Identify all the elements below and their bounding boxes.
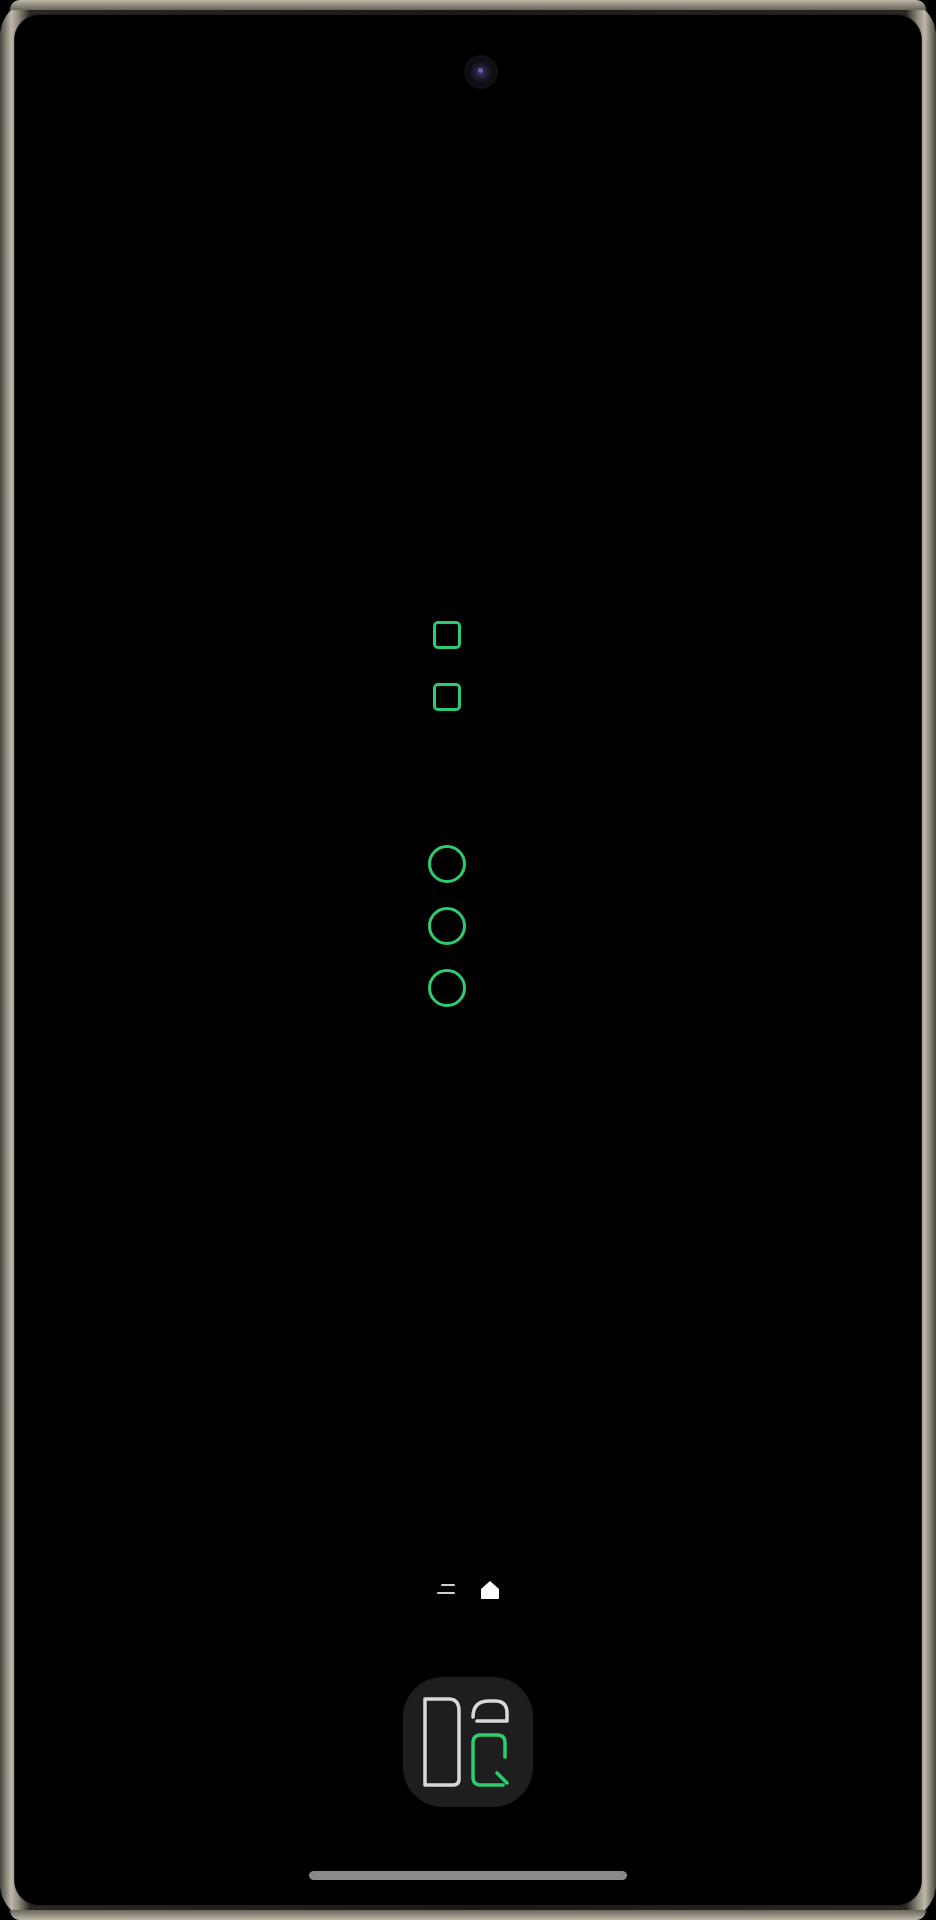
frame-bottom-edge — [10, 1910, 926, 1920]
circle-outline-icon[interactable] — [428, 969, 466, 1007]
circle-outline-icon[interactable] — [428, 907, 466, 945]
app-logo-icon — [423, 1697, 509, 1787]
square-outline-icon[interactable] — [433, 683, 461, 711]
circle-outline-icon[interactable] — [428, 845, 466, 883]
square-outline-icon[interactable] — [433, 621, 461, 649]
phone-frame — [0, 0, 936, 1920]
bottom-nav — [435, 1577, 515, 1603]
frame-top-edge — [10, 0, 926, 10]
gesture-handle[interactable] — [309, 1871, 627, 1880]
phone-screen — [14, 14, 922, 1906]
app-logo-button[interactable] — [403, 1677, 533, 1807]
front-camera — [466, 57, 496, 87]
menu-lines-icon[interactable] — [437, 1584, 455, 1596]
home-icon[interactable] — [479, 1579, 501, 1601]
